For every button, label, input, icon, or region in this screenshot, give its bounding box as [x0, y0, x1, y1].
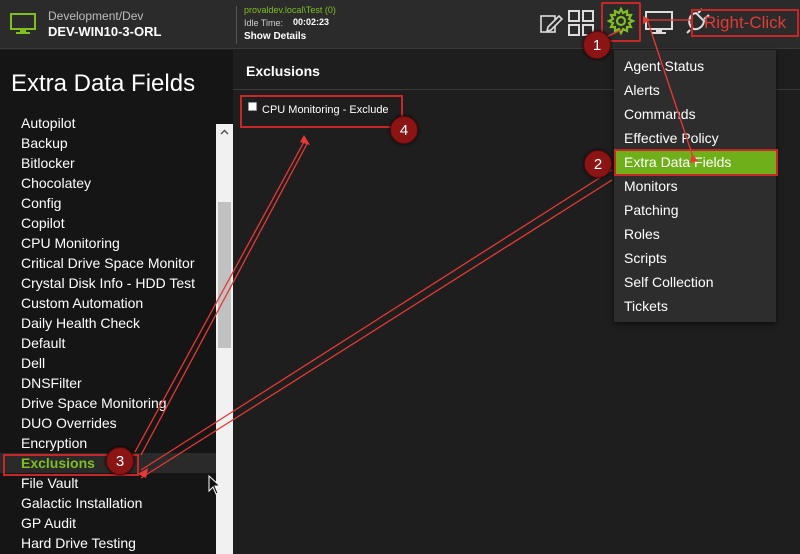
- remote-screen-icon[interactable]: [644, 8, 674, 38]
- sidebar-list: Autopilot Backup Bitlocker Chocolatey Config…: [0, 117, 216, 554]
- sidebar-item[interactable]: Bitlocker: [0, 153, 216, 173]
- sidebar-item[interactable]: Backup: [0, 133, 216, 153]
- scroll-thumb[interactable]: [218, 202, 231, 348]
- show-details-link[interactable]: Show Details: [244, 31, 306, 42]
- monitor-icon: [10, 13, 36, 34]
- app-root: Development/Dev DEV-WIN10-3-ORL provalde…: [0, 0, 800, 554]
- page-title: Exclusions: [246, 63, 320, 79]
- sidebar-item[interactable]: Config: [0, 193, 216, 213]
- exclude-field-label: CPU Monitoring - Exclude: [262, 104, 389, 116]
- device-name: DEV-WIN10-3-ORL: [48, 24, 162, 39]
- step-badge-3: 3: [106, 447, 134, 475]
- sidebar-item[interactable]: Copilot: [0, 213, 216, 233]
- sidebar-item[interactable]: Critical Drive Space Monitor: [0, 253, 216, 273]
- exclude-checkbox[interactable]: [248, 102, 257, 111]
- step-badge-2: 2: [584, 150, 612, 178]
- menu-item[interactable]: Patching: [624, 202, 678, 218]
- sidebar-item[interactable]: Encryption: [0, 433, 216, 453]
- sidebar-item[interactable]: Drive Space Monitoring: [0, 393, 216, 413]
- sidebar-item[interactable]: Autopilot: [0, 117, 216, 133]
- idle-time-label: Idle Time:: [244, 18, 284, 28]
- sidebar-item[interactable]: Default: [0, 333, 216, 353]
- sidebar-item[interactable]: DNSFilter: [0, 373, 216, 393]
- menu-item[interactable]: Roles: [624, 226, 660, 242]
- menu-item[interactable]: Tickets: [624, 298, 668, 314]
- sidebar-item[interactable]: Crystal Disk Info - HDD Test: [0, 273, 216, 293]
- sidebar-item[interactable]: GP Audit: [0, 513, 216, 533]
- context-menu: Agent Status Alerts Commands Effective Poli…: [614, 50, 776, 322]
- menu-item[interactable]: Monitors: [624, 178, 678, 194]
- top-bar: Development/Dev DEV-WIN10-3-ORL provalde…: [0, 0, 800, 49]
- sidebar-item[interactable]: Dell: [0, 353, 216, 373]
- sidebar-items: Autopilot Backup Bitlocker Chocolatey Config…: [0, 117, 216, 553]
- right-click-annotation: Right-Click: [704, 13, 787, 32]
- scroll-up-icon[interactable]: [220, 128, 229, 137]
- menu-item[interactable]: Self Collection: [624, 274, 714, 290]
- divider: [236, 6, 237, 44]
- sidebar-item[interactable]: Galactic Installation: [0, 493, 216, 513]
- sidebar-item[interactable]: Hard Drive Testing: [0, 533, 216, 553]
- sidebar-item[interactable]: Chocolatey: [0, 173, 216, 193]
- sidebar-item[interactable]: File Vault: [0, 473, 216, 493]
- sidebar-title: Extra Data Fields: [11, 70, 196, 97]
- sidebar-item[interactable]: Daily Health Check: [0, 313, 216, 333]
- edit-icon[interactable]: [536, 8, 566, 38]
- menu-item[interactable]: Scripts: [624, 250, 667, 266]
- logged-user: provaldev.local\Test (0): [244, 5, 336, 15]
- menu-item[interactable]: Commands: [624, 106, 696, 122]
- sidebar-item[interactable]: DUO Overrides: [0, 413, 216, 433]
- idle-time-value: 00:02:23: [293, 17, 330, 27]
- breadcrumb[interactable]: Development/Dev: [48, 9, 143, 23]
- sidebar-item[interactable]: CPU Monitoring: [0, 233, 216, 253]
- mouse-cursor-icon: [208, 475, 222, 495]
- step-badge-1: 1: [583, 31, 611, 59]
- sidebar: Extra Data Fields Autopilot Backup Bitlock…: [0, 50, 233, 554]
- sidebar-item[interactable]: Custom Automation: [0, 293, 216, 313]
- menu-item[interactable]: Alerts: [624, 82, 660, 98]
- step-badge-4: 4: [390, 116, 418, 144]
- menu-item[interactable]: Agent Status: [624, 58, 704, 74]
- menu-item[interactable]: Effective Policy: [624, 130, 719, 146]
- gear-icon[interactable]: [606, 6, 636, 36]
- menu-item-label: Extra Data Fields: [624, 154, 732, 170]
